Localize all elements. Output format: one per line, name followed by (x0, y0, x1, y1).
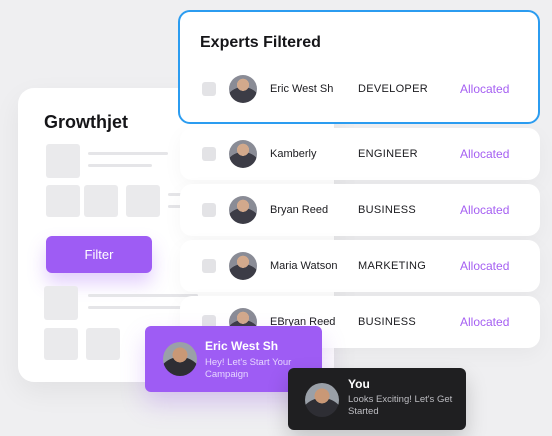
expert-role: BUSINESS (358, 204, 417, 216)
placeholder-block (86, 328, 120, 360)
expert-name: Eric West Sh (270, 83, 334, 95)
expert-name: Bryan Reed (270, 204, 329, 216)
status-allocated: Allocated (460, 259, 510, 273)
row-checkbox[interactable] (202, 82, 216, 96)
placeholder-block (44, 286, 78, 320)
row-checkbox[interactable] (202, 259, 216, 273)
status-allocated: Allocated (460, 315, 510, 329)
placeholder-block (46, 144, 80, 178)
expert-role: DEVELOPER (358, 83, 428, 95)
status-allocated: Allocated (460, 82, 510, 96)
app-title: Growthjet (44, 112, 128, 132)
experts-filtered-title: Experts Filtered (200, 34, 321, 51)
filter-button[interactable]: Filter (46, 236, 152, 273)
avatar (305, 383, 339, 417)
table-row[interactable]: Maria Watson MARKETING Allocated (180, 240, 540, 292)
avatar (229, 196, 257, 224)
placeholder-block (44, 328, 78, 360)
row-checkbox[interactable] (202, 147, 216, 161)
expert-name: Maria Watson (270, 260, 338, 272)
avatar (229, 252, 257, 280)
placeholder-line (88, 152, 168, 155)
expert-role: MARKETING (358, 260, 427, 272)
status-allocated: Allocated (460, 203, 510, 217)
status-allocated: Allocated (460, 147, 510, 161)
table-row[interactable]: Kamberly ENGINEER Allocated (180, 128, 540, 180)
chat-bubble-outgoing: You Looks Exciting! Let's Get Started (288, 368, 466, 430)
chat-sender-name: You (348, 377, 370, 391)
expert-name: Kamberly (270, 148, 317, 160)
placeholder-line (88, 294, 198, 297)
table-row[interactable]: Eric West Sh DEVELOPER Allocated (180, 63, 538, 115)
avatar (229, 140, 257, 168)
expert-role: BUSINESS (358, 316, 417, 328)
row-checkbox[interactable] (202, 203, 216, 217)
placeholder-block (46, 185, 80, 217)
placeholder-line (88, 164, 152, 167)
expert-role: ENGINEER (358, 148, 418, 160)
avatar (229, 75, 257, 103)
table-row[interactable]: Bryan Reed BUSINESS Allocated (180, 184, 540, 236)
experts-filtered-card[interactable]: Experts Filtered Eric West Sh DEVELOPER … (178, 10, 540, 124)
chat-message: Looks Exciting! Let's Get Started (348, 394, 453, 417)
placeholder-block (126, 185, 160, 217)
placeholder-block (84, 185, 118, 217)
chat-sender-name: Eric West Sh (205, 339, 279, 353)
avatar (163, 342, 197, 376)
